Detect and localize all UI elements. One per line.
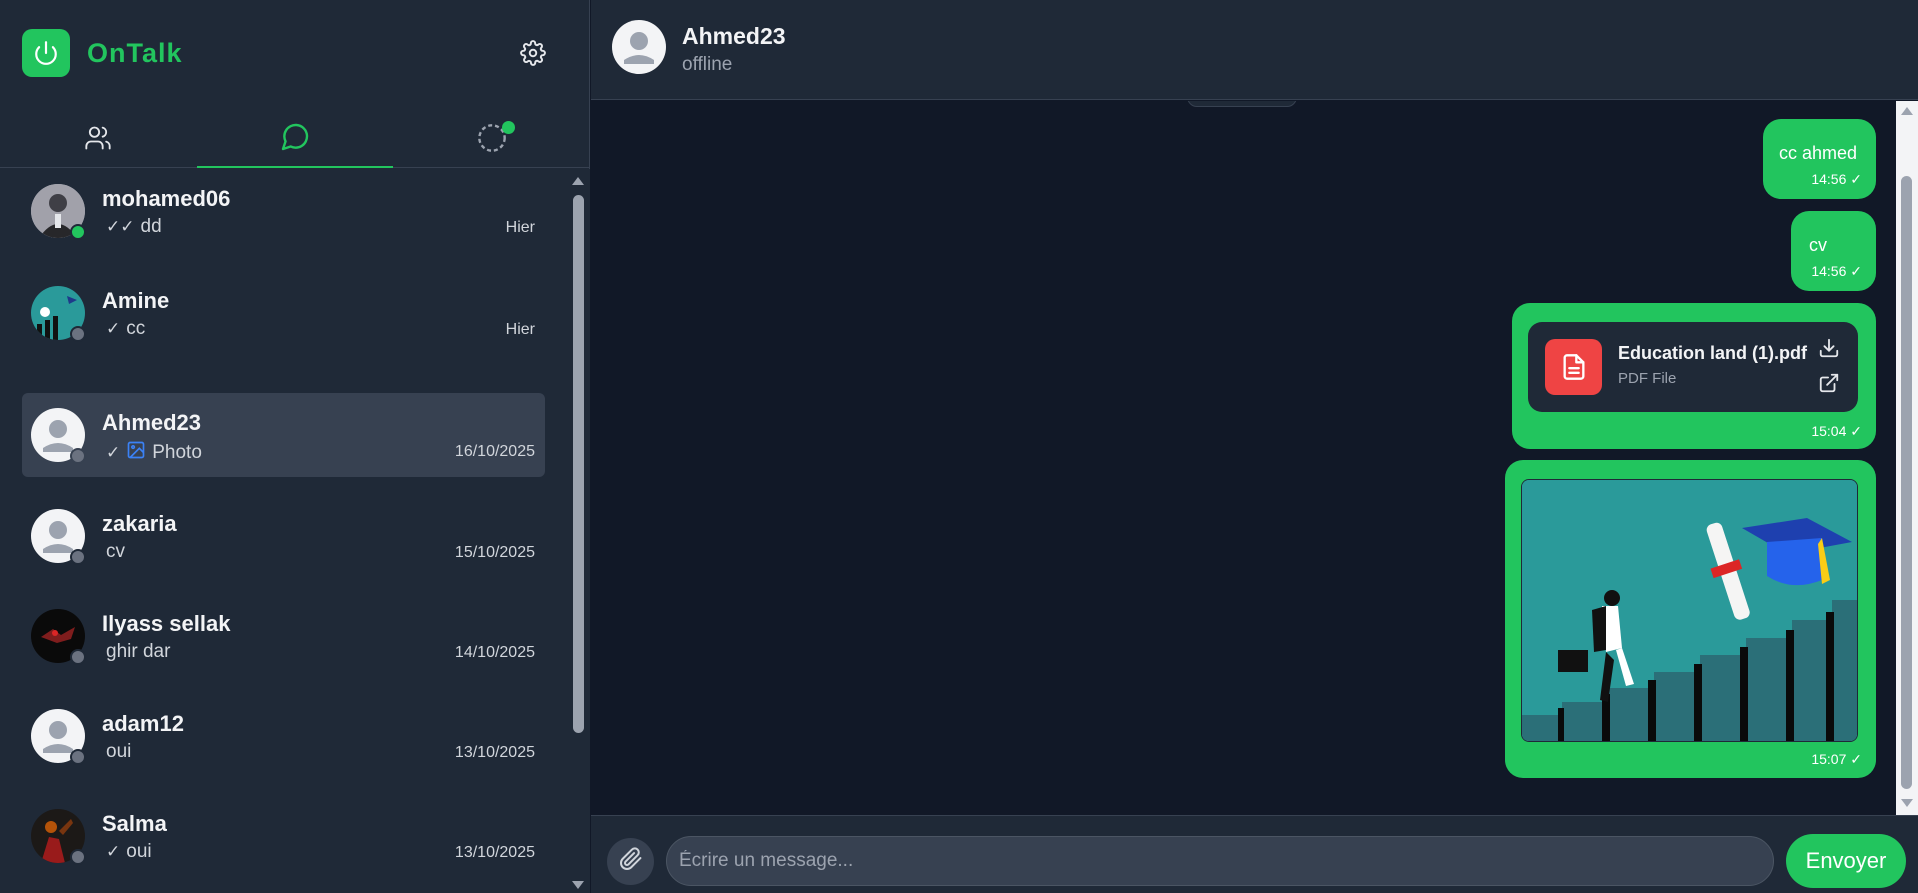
message-area: cc ahmed 14:56 ✓ cv 14:56 ✓ Education la…	[591, 101, 1896, 815]
sidebar: OnTalk mohamed06 ✓✓ dd Hier Amine ✓ cc H…	[0, 0, 590, 893]
conversation-item[interactable]: Salma ✓ oui 13/10/2025	[22, 794, 545, 878]
paperclip-icon	[619, 847, 643, 876]
offline-status-dot	[70, 749, 86, 765]
offline-status-dot	[70, 448, 86, 464]
offline-status-dot	[70, 326, 86, 342]
preview-text: cv	[106, 541, 125, 562]
scroll-up-arrow-icon[interactable]	[1901, 107, 1913, 115]
gear-icon[interactable]	[518, 38, 548, 68]
conversation-preview: cv	[106, 541, 125, 563]
default-avatar-icon	[612, 20, 666, 74]
conversation-preview: ✓✓ dd	[106, 216, 162, 238]
sent-tick: ✓	[106, 319, 121, 338]
scrollbar-thumb[interactable]	[573, 195, 584, 733]
offline-status-dot	[70, 849, 86, 865]
conversation-item-active[interactable]: Ahmed23 ✓ Photo 16/10/2025	[22, 393, 545, 477]
preview-text: dd	[140, 216, 162, 237]
conversation-time: Hier	[505, 219, 535, 236]
conversation-name: mohamed06	[102, 186, 231, 211]
offline-status-dot	[70, 549, 86, 565]
chat-contact-name: Ahmed23	[682, 23, 786, 49]
preview-text: ghir dar	[106, 641, 171, 662]
scroll-down-arrow-icon[interactable]	[1901, 799, 1913, 807]
file-name: Education land (1).pdf	[1618, 343, 1807, 363]
status-new-dot	[502, 121, 515, 134]
preview-text: Photo	[152, 442, 202, 463]
image-attachment[interactable]	[1521, 479, 1858, 742]
message-time: 14:56 ✓	[1811, 171, 1862, 187]
offline-status-dot	[70, 649, 86, 665]
external-link-icon[interactable]	[1818, 372, 1840, 399]
message-circle-icon	[279, 121, 311, 158]
conversation-name: Ahmed23	[102, 410, 202, 435]
scrollbar-thumb[interactable]	[1901, 176, 1912, 789]
image-icon	[126, 440, 146, 466]
message-text: cc ahmed	[1779, 143, 1858, 163]
message-input[interactable]	[666, 836, 1774, 886]
brand: OnTalk	[22, 29, 183, 77]
file-attachment[interactable]: Education land (1).pdf PDF File	[1528, 322, 1858, 412]
chat-contact-status: offline	[682, 54, 733, 75]
attach-button[interactable]	[607, 838, 654, 885]
conversation-item[interactable]: zakaria cv 15/10/2025	[22, 494, 545, 578]
conversation-preview: ghir dar	[106, 641, 170, 663]
conversation-time: 14/10/2025	[454, 644, 535, 661]
preview-text: oui	[126, 841, 152, 862]
online-status-dot	[70, 224, 86, 240]
preview-text: oui	[106, 741, 132, 762]
conversation-preview: ✓ cc	[106, 318, 145, 340]
tab-contacts[interactable]	[0, 112, 196, 168]
message-time: 15:07 ✓	[1811, 751, 1862, 767]
message-composer: Envoyer	[591, 815, 1918, 893]
sidebar-tabs	[0, 112, 590, 168]
conversation-preview: ✓ Photo	[106, 440, 202, 466]
message-bubble-file: Education land (1).pdf PDF File 15:04 ✓	[1512, 303, 1876, 449]
app-root: OnTalk mohamed06 ✓✓ dd Hier Amine ✓ cc H…	[0, 0, 1918, 893]
conversation-preview: oui	[106, 741, 131, 763]
conversation-time: Hier	[505, 321, 535, 338]
conversation-time: 13/10/2025	[454, 844, 535, 861]
conversation-name: adam12	[102, 711, 184, 736]
conversation-time: 13/10/2025	[454, 744, 535, 761]
users-icon	[84, 124, 112, 157]
app-name: OnTalk	[87, 37, 183, 68]
message-bubble-sent: cv 14:56 ✓	[1791, 211, 1876, 291]
file-type: PDF File	[1618, 370, 1677, 387]
scroll-up-arrow-icon[interactable]	[572, 177, 584, 185]
conversation-time: 16/10/2025	[454, 443, 535, 460]
message-bubble-sent: cc ahmed 14:56 ✓	[1763, 119, 1876, 199]
chat-header: Ahmed23 offline	[591, 0, 1918, 100]
file-text-icon	[1545, 339, 1602, 395]
preview-text: cc	[126, 318, 146, 339]
sidebar-scrollbar[interactable]	[567, 169, 590, 893]
conversation-name: zakaria	[102, 511, 177, 536]
conversation-preview: ✓ oui	[106, 841, 152, 863]
conversation-list: mohamed06 ✓✓ dd Hier Amine ✓ cc Hier Ahm…	[0, 169, 567, 893]
conversation-item[interactable]: Amine ✓ cc Hier	[22, 271, 545, 355]
conversation-name: Ilyass sellak	[102, 611, 231, 636]
sent-tick: ✓	[106, 842, 121, 861]
conversation-name: Amine	[102, 288, 170, 313]
conversation-item[interactable]: Ilyass sellak ghir dar 14/10/2025	[22, 594, 545, 678]
conversation-name: Salma	[102, 811, 167, 836]
date-separator	[1187, 101, 1297, 107]
download-icon[interactable]	[1818, 337, 1840, 364]
conversation-item[interactable]: mohamed06 ✓✓ dd Hier	[22, 169, 545, 253]
chat-scrollbar[interactable]	[1896, 101, 1918, 815]
power-icon	[22, 29, 70, 77]
sent-tick: ✓	[106, 443, 121, 462]
read-ticks: ✓✓	[106, 217, 135, 236]
conversation-item[interactable]: adam12 oui 13/10/2025	[22, 694, 545, 778]
tab-chats[interactable]	[197, 112, 393, 168]
message-bubble-image: 15:07 ✓	[1505, 460, 1876, 778]
conversation-time: 15/10/2025	[454, 544, 535, 561]
message-text: cv	[1809, 235, 1827, 255]
scroll-down-arrow-icon[interactable]	[572, 881, 584, 889]
message-time: 15:04 ✓	[1811, 423, 1862, 439]
message-time: 14:56 ✓	[1811, 263, 1862, 279]
send-button[interactable]: Envoyer	[1786, 834, 1906, 888]
tab-status[interactable]	[394, 112, 590, 168]
